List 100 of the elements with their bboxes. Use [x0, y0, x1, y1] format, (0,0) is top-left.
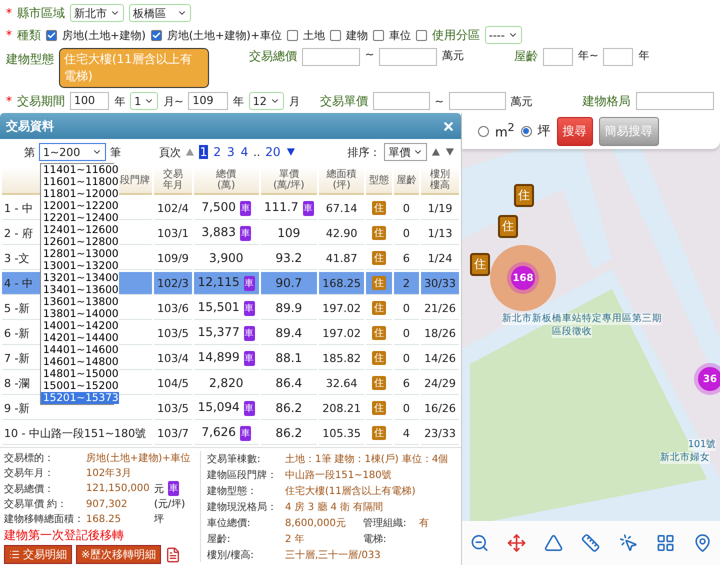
notice-text: 建物第一次登記後移轉 — [4, 527, 125, 544]
dropdown-option[interactable]: 14001~14200 — [41, 320, 119, 332]
sort-select[interactable]: 單價 — [384, 143, 428, 161]
map-pin-icon[interactable] — [692, 532, 712, 554]
dropdown-option[interactable]: 12601~12800 — [41, 236, 119, 248]
dropdown-option[interactable]: 13201~13400 — [41, 272, 119, 284]
pointer-click-icon[interactable] — [618, 532, 638, 554]
radio-button[interactable] — [478, 126, 489, 136]
checkbox[interactable] — [416, 30, 427, 40]
age-label: 屋齡 — [514, 48, 538, 65]
checkbox-label: 房地(土地+建物)+車位 — [166, 28, 282, 42]
dropdown-option[interactable]: 12801~13000 — [41, 248, 119, 260]
dropdown-option[interactable]: 12001~12200 — [41, 200, 119, 212]
dropdown-option[interactable]: 14401~14600 — [41, 344, 119, 356]
input-field[interactable] — [543, 48, 574, 66]
input-field[interactable] — [603, 48, 634, 66]
detail-button[interactable]: 交易明細 — [4, 545, 72, 564]
sort-up-icon[interactable] — [431, 147, 442, 157]
zoning-select[interactable]: ---- — [484, 26, 522, 44]
detail-button[interactable]: ※歷次移轉明細 — [76, 545, 162, 564]
grid-icon[interactable] — [656, 532, 675, 554]
triangle-icon[interactable] — [544, 532, 564, 554]
pdf-icon[interactable] — [165, 546, 182, 562]
input-field[interactable]: 109 — [188, 92, 228, 110]
page-link[interactable]: 20 — [264, 145, 282, 159]
dropdown-option[interactable]: 11801~12000 — [41, 188, 119, 200]
input-field[interactable] — [636, 92, 714, 110]
input-field[interactable]: 100 — [70, 92, 110, 110]
detail-label: 交易總價： — [4, 482, 55, 496]
dropdown-option[interactable]: 14601~14800 — [41, 356, 119, 368]
checkbox-label: 建物 — [346, 28, 368, 42]
detail-value: 168.25 — [86, 514, 122, 524]
header-text: 屋齡 — [396, 174, 416, 186]
detail-value: 土地：1筆 建物：1棟(戶) 車位：4個 — [285, 452, 448, 466]
unit-label: 年 — [114, 94, 126, 108]
page-link[interactable]: 2 — [212, 145, 222, 159]
dropdown-option[interactable]: 11601~11800 — [41, 176, 119, 188]
zoom-out-icon[interactable] — [470, 532, 490, 554]
table-cell: 102/3 — [154, 272, 192, 295]
parking-badge: 車 — [240, 426, 251, 441]
input-field[interactable] — [302, 48, 360, 66]
detail-label: 建物現況格局： — [207, 500, 278, 514]
page-link[interactable]: 3 — [226, 145, 236, 159]
checkbox[interactable] — [286, 30, 298, 40]
checkbox[interactable] — [150, 30, 162, 40]
header-text: 年月 — [162, 180, 183, 191]
header-text: 型態 — [368, 174, 389, 186]
dropdown-option[interactable]: 14201~14400 — [41, 332, 119, 344]
cluster-marker[interactable]: 168 — [511, 266, 535, 290]
range-select[interactable]: 1~200 — [39, 143, 106, 161]
move-icon[interactable] — [507, 532, 526, 554]
required-mark: * — [6, 6, 12, 20]
dropdown-option[interactable]: 12401~12600 — [41, 224, 119, 236]
parking-badge: 車 — [302, 200, 314, 216]
dropdown-option[interactable]: 12201~12400 — [41, 212, 119, 224]
header-text: 交易 — [162, 169, 183, 180]
checkbox[interactable] — [46, 30, 57, 40]
layout-label: 建物格局 — [582, 92, 631, 110]
page-down-icon[interactable] — [286, 147, 296, 157]
detail-label: 車位總價: — [207, 516, 252, 530]
sort-down-icon[interactable] — [445, 147, 455, 157]
detail-value: 2 年 — [285, 532, 306, 546]
dropdown-option[interactable]: 13001~13200 — [41, 260, 119, 272]
dropdown-option[interactable]: 13801~14000 — [41, 308, 119, 320]
dropdown-option[interactable]: 11401~11600 — [41, 164, 119, 176]
parking-badge: 車 — [244, 400, 255, 416]
residence-badge: 住 — [372, 376, 386, 390]
page-link[interactable]: 4 — [240, 145, 250, 159]
city-select[interactable]: 新北市 — [70, 4, 124, 22]
dropdown-option[interactable]: 13401~13600 — [41, 284, 119, 296]
parking-badge: 車 — [244, 326, 255, 341]
residence-badge: 住 — [372, 426, 386, 440]
district-select[interactable]: 板橋區 — [129, 4, 191, 22]
dropdown-option[interactable]: 15001~15200 — [41, 380, 119, 392]
dropdown-option[interactable]: 14801~15000 — [41, 368, 119, 380]
month-select[interactable]: 1 — [130, 92, 158, 110]
input-field[interactable] — [379, 48, 438, 66]
close-icon[interactable] — [442, 120, 455, 132]
page-link[interactable]: 1 — [198, 145, 208, 159]
table-cell: 2 — [394, 272, 420, 295]
dropdown-option[interactable]: 15201~15373 — [41, 392, 119, 404]
page-up-icon[interactable] — [184, 147, 195, 157]
detail-value: 房地(土地+建物)+車位 — [86, 452, 191, 465]
detail-value: 住宅大樓(11層含以上有電梯) — [285, 484, 416, 498]
header-text: (萬) — [217, 180, 236, 191]
checkbox-label: 土地 — [302, 28, 325, 42]
map-label: 101號 — [688, 439, 716, 451]
residence-badge: 住 — [372, 326, 386, 340]
checkbox[interactable] — [330, 30, 341, 40]
month-select[interactable]: 12 — [248, 92, 284, 110]
radio-button[interactable] — [520, 126, 532, 136]
input-field[interactable] — [448, 92, 506, 110]
dropdown-option[interactable]: 13601~13800 — [41, 296, 119, 308]
residence-badge: 住 — [372, 276, 386, 290]
street-map-drawing[interactable] — [462, 149, 720, 521]
search-button[interactable]: 搜尋 — [556, 116, 593, 146]
list-icon — [9, 549, 20, 560]
ruler-icon[interactable] — [581, 532, 601, 554]
input-field[interactable] — [372, 92, 430, 110]
checkbox[interactable] — [372, 30, 384, 40]
